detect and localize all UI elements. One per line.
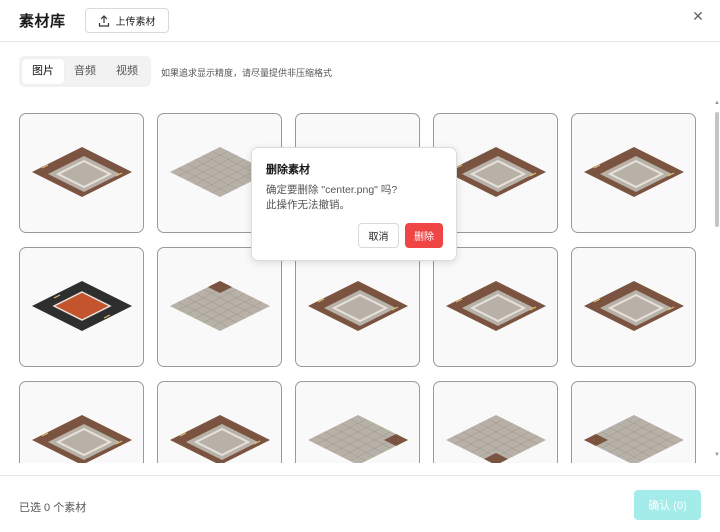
- tile-thumbnail: [170, 415, 270, 463]
- cancel-button[interactable]: 取消: [358, 223, 399, 248]
- tile-thumbnail: [32, 281, 132, 331]
- media-type-tabs: 图片 音频 视频: [19, 56, 151, 87]
- popover-title: 删除素材: [266, 164, 310, 176]
- upload-button-label: 上传素材: [115, 17, 156, 28]
- popover-actions: 取消 删除: [358, 223, 443, 248]
- tile-thumbnail: [308, 281, 408, 331]
- asset-tile[interactable]: [295, 247, 420, 367]
- scroll-thumb[interactable]: [715, 112, 719, 227]
- popover-message: 确定要删除 "center.png" 吗? 此操作无法撤销。: [266, 183, 442, 213]
- close-icon[interactable]: ✕: [690, 8, 706, 24]
- tile-thumbnail: [446, 281, 546, 331]
- dialog-header: 素材库 上传素材 ✕: [0, 0, 720, 42]
- popover-message-line2: 此操作无法撤销。: [266, 199, 350, 211]
- asset-tile[interactable]: [19, 381, 144, 463]
- upload-button[interactable]: 上传素材: [84, 8, 169, 33]
- tab-images[interactable]: 图片: [22, 59, 64, 84]
- delete-button[interactable]: 删除: [405, 223, 443, 248]
- scroll-up-icon[interactable]: ▲: [714, 100, 720, 106]
- tab-video[interactable]: 视频: [106, 59, 148, 84]
- confirm-button[interactable]: 确认 (0): [634, 490, 701, 520]
- dialog-title: 素材库: [19, 13, 66, 30]
- asset-tile[interactable]: [433, 381, 558, 463]
- asset-tile[interactable]: [433, 247, 558, 367]
- upload-icon: [98, 14, 109, 27]
- asset-tile[interactable]: [571, 247, 696, 367]
- tile-thumbnail: [170, 281, 270, 331]
- tile-thumbnail: [584, 147, 684, 197]
- dialog-footer: 已选 0 个素材 确认 (0): [0, 475, 720, 532]
- tile-thumbnail: [446, 415, 546, 463]
- delete-confirm-popover: 删除素材 确定要删除 "center.png" 吗? 此操作无法撤销。 取消 删…: [251, 147, 457, 261]
- tile-thumbnail: [32, 147, 132, 197]
- asset-tile[interactable]: [571, 113, 696, 233]
- popover-message-line1: 确定要删除 "center.png" 吗?: [266, 184, 398, 196]
- selected-count: 已选 0 个素材: [19, 502, 87, 514]
- asset-tile[interactable]: [157, 381, 282, 463]
- tile-thumbnail: [584, 415, 684, 463]
- tile-thumbnail: [32, 415, 132, 463]
- asset-tile[interactable]: [571, 381, 696, 463]
- asset-tile[interactable]: [157, 247, 282, 367]
- format-hint: 如果追求显示精度，请尽量提供非压缩格式: [161, 68, 333, 78]
- tab-audio[interactable]: 音频: [64, 59, 106, 84]
- tile-thumbnail: [584, 281, 684, 331]
- scroll-down-icon[interactable]: ▼: [714, 452, 720, 458]
- tile-thumbnail: [308, 415, 408, 463]
- asset-tile[interactable]: [19, 247, 144, 367]
- asset-tile[interactable]: [295, 381, 420, 463]
- asset-tile[interactable]: [19, 113, 144, 233]
